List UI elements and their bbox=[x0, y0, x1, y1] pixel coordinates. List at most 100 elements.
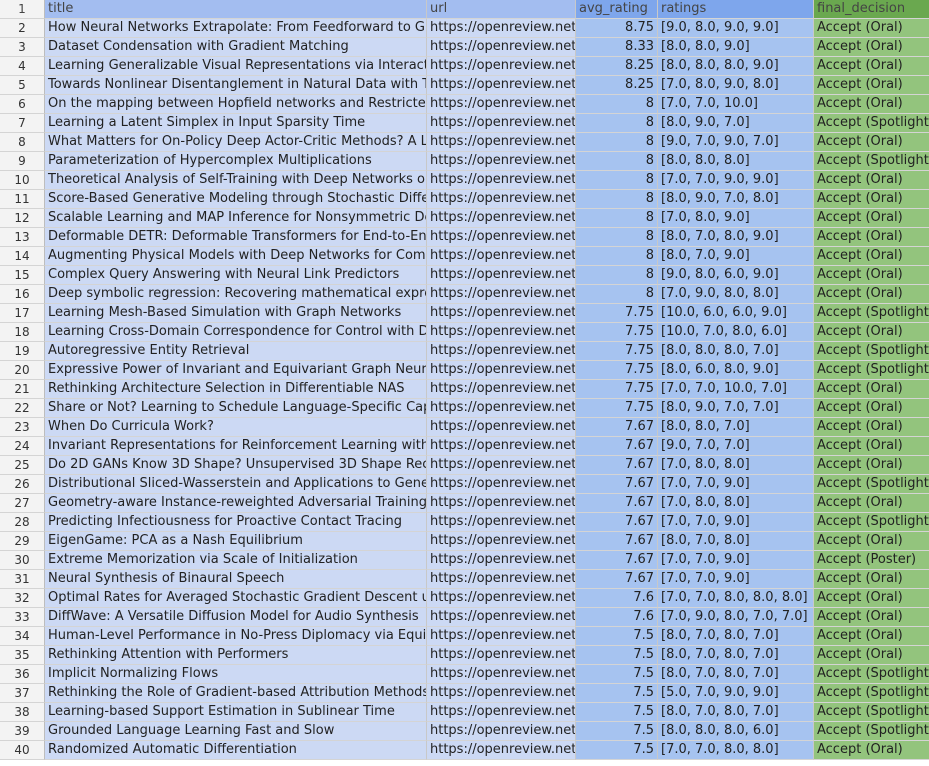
cell-final-decision[interactable]: Accept (Oral) bbox=[814, 190, 929, 209]
cell-final-decision[interactable]: Accept (Oral) bbox=[814, 437, 929, 456]
cell-avg-rating[interactable]: 7.67 bbox=[576, 456, 658, 475]
cell-ratings[interactable]: [8.0, 8.0, 9.0] bbox=[658, 38, 814, 57]
cell-final-decision[interactable]: Accept (Spotlight) bbox=[814, 361, 929, 380]
cell-avg-rating[interactable]: 7.75 bbox=[576, 304, 658, 323]
cell-avg-rating[interactable]: 7.5 bbox=[576, 741, 658, 760]
cell-final-decision[interactable]: Accept (Oral) bbox=[814, 171, 929, 190]
cell-ratings[interactable]: [7.0, 7.0, 9.0] bbox=[658, 551, 814, 570]
cell-avg-rating[interactable]: 8 bbox=[576, 114, 658, 133]
cell-final-decision[interactable]: Accept (Oral) bbox=[814, 323, 929, 342]
cell-ratings[interactable]: [10.0, 7.0, 8.0, 6.0] bbox=[658, 323, 814, 342]
row-number[interactable]: 37 bbox=[0, 684, 45, 703]
cell-avg-rating[interactable]: 7.5 bbox=[576, 703, 658, 722]
cell-url[interactable]: https://openreview.net/f bbox=[427, 95, 576, 114]
cell-url[interactable]: https://openreview.net/f bbox=[427, 684, 576, 703]
cell-url[interactable]: https://openreview.net/f bbox=[427, 304, 576, 323]
cell-final-decision[interactable]: Accept (Spotlight) bbox=[814, 342, 929, 361]
cell-url[interactable]: https://openreview.net/f bbox=[427, 380, 576, 399]
cell-title[interactable]: Share or Not? Learning to Schedule Langu… bbox=[45, 399, 427, 418]
cell-final-decision[interactable]: Accept (Spotlight) bbox=[814, 114, 929, 133]
cell-title[interactable]: DiffWave: A Versatile Diffusion Model fo… bbox=[45, 608, 427, 627]
cell-title[interactable]: Theoretical Analysis of Self-Training wi… bbox=[45, 171, 427, 190]
header-cell-final-decision[interactable]: final_decision bbox=[814, 0, 929, 19]
row-number[interactable]: 31 bbox=[0, 570, 45, 589]
cell-url[interactable]: https://openreview.net/f bbox=[427, 418, 576, 437]
cell-title[interactable]: On the mapping between Hopfield networks… bbox=[45, 95, 427, 114]
cell-final-decision[interactable]: Accept (Spotlight) bbox=[814, 513, 929, 532]
cell-final-decision[interactable]: Accept (Oral) bbox=[814, 133, 929, 152]
row-number[interactable]: 32 bbox=[0, 589, 45, 608]
cell-final-decision[interactable]: Accept (Oral) bbox=[814, 38, 929, 57]
cell-ratings[interactable]: [8.0, 6.0, 8.0, 9.0] bbox=[658, 361, 814, 380]
cell-final-decision[interactable]: Accept (Spotlight) bbox=[814, 665, 929, 684]
cell-url[interactable]: https://openreview.net/f bbox=[427, 19, 576, 38]
cell-final-decision[interactable]: Accept (Spotlight) bbox=[814, 684, 929, 703]
header-cell-url[interactable]: url bbox=[427, 0, 576, 19]
cell-title[interactable]: Geometry-aware Instance-reweighted Adver… bbox=[45, 494, 427, 513]
cell-ratings[interactable]: [10.0, 6.0, 6.0, 9.0] bbox=[658, 304, 814, 323]
row-number[interactable]: 19 bbox=[0, 342, 45, 361]
cell-avg-rating[interactable]: 7.67 bbox=[576, 532, 658, 551]
cell-title[interactable]: Autoregressive Entity Retrieval bbox=[45, 342, 427, 361]
cell-title[interactable]: Predicting Infectiousness for Proactive … bbox=[45, 513, 427, 532]
cell-ratings[interactable]: [8.0, 7.0, 8.0, 9.0] bbox=[658, 228, 814, 247]
cell-url[interactable]: https://openreview.net/f bbox=[427, 589, 576, 608]
cell-url[interactable]: https://openreview.net/f bbox=[427, 475, 576, 494]
cell-url[interactable]: https://openreview.net/f bbox=[427, 285, 576, 304]
cell-title[interactable]: Do 2D GANs Know 3D Shape? Unsupervised 3… bbox=[45, 456, 427, 475]
row-number[interactable]: 4 bbox=[0, 57, 45, 76]
row-number[interactable]: 38 bbox=[0, 703, 45, 722]
row-number[interactable]: 26 bbox=[0, 475, 45, 494]
header-cell-title[interactable]: title bbox=[45, 0, 427, 19]
row-number[interactable]: 12 bbox=[0, 209, 45, 228]
row-number[interactable]: 7 bbox=[0, 114, 45, 133]
cell-url[interactable]: https://openreview.net/f bbox=[427, 608, 576, 627]
cell-title[interactable]: Rethinking Attention with Performers bbox=[45, 646, 427, 665]
cell-title[interactable]: Towards Nonlinear Disentanglement in Nat… bbox=[45, 76, 427, 95]
cell-final-decision[interactable]: Accept (Oral) bbox=[814, 399, 929, 418]
cell-url[interactable]: https://openreview.net/f bbox=[427, 456, 576, 475]
cell-final-decision[interactable]: Accept (Oral) bbox=[814, 285, 929, 304]
cell-final-decision[interactable]: Accept (Oral) bbox=[814, 456, 929, 475]
cell-final-decision[interactable]: Accept (Spotlight) bbox=[814, 722, 929, 741]
cell-final-decision[interactable]: Accept (Oral) bbox=[814, 266, 929, 285]
cell-ratings[interactable]: [7.0, 8.0, 8.0] bbox=[658, 494, 814, 513]
cell-ratings[interactable]: [7.0, 7.0, 8.0, 8.0, 8.0] bbox=[658, 589, 814, 608]
row-number[interactable]: 14 bbox=[0, 247, 45, 266]
cell-avg-rating[interactable]: 8 bbox=[576, 95, 658, 114]
cell-title[interactable]: Learning-based Support Estimation in Sub… bbox=[45, 703, 427, 722]
cell-title[interactable]: When Do Curricula Work? bbox=[45, 418, 427, 437]
cell-title[interactable]: How Neural Networks Extrapolate: From Fe… bbox=[45, 19, 427, 38]
cell-avg-rating[interactable]: 7.5 bbox=[576, 646, 658, 665]
cell-url[interactable]: https://openreview.net/f bbox=[427, 114, 576, 133]
cell-final-decision[interactable]: Accept (Oral) bbox=[814, 76, 929, 95]
cell-avg-rating[interactable]: 7.5 bbox=[576, 627, 658, 646]
cell-title[interactable]: Learning a Latent Simplex in Input Spars… bbox=[45, 114, 427, 133]
cell-title[interactable]: What Matters for On-Policy Deep Actor-Cr… bbox=[45, 133, 427, 152]
cell-final-decision[interactable]: Accept (Oral) bbox=[814, 646, 929, 665]
cell-avg-rating[interactable]: 8 bbox=[576, 133, 658, 152]
cell-url[interactable]: https://openreview.net/f bbox=[427, 361, 576, 380]
cell-final-decision[interactable]: Accept (Oral) bbox=[814, 627, 929, 646]
cell-avg-rating[interactable]: 8.25 bbox=[576, 76, 658, 95]
cell-final-decision[interactable]: Accept (Oral) bbox=[814, 95, 929, 114]
cell-ratings[interactable]: [8.0, 8.0, 8.0, 7.0] bbox=[658, 342, 814, 361]
cell-url[interactable]: https://openreview.net/f bbox=[427, 532, 576, 551]
cell-ratings[interactable]: [7.0, 7.0, 8.0, 8.0] bbox=[658, 741, 814, 760]
cell-avg-rating[interactable]: 7.75 bbox=[576, 361, 658, 380]
cell-ratings[interactable]: [7.0, 9.0, 8.0, 8.0] bbox=[658, 285, 814, 304]
row-number[interactable]: 15 bbox=[0, 266, 45, 285]
cell-avg-rating[interactable]: 7.5 bbox=[576, 665, 658, 684]
cell-title[interactable]: Score-Based Generative Modeling through … bbox=[45, 190, 427, 209]
row-number[interactable]: 27 bbox=[0, 494, 45, 513]
cell-avg-rating[interactable]: 8.25 bbox=[576, 57, 658, 76]
cell-title[interactable]: Deep symbolic regression: Recovering mat… bbox=[45, 285, 427, 304]
row-number[interactable]: 21 bbox=[0, 380, 45, 399]
cell-avg-rating[interactable]: 7.5 bbox=[576, 722, 658, 741]
row-number[interactable]: 33 bbox=[0, 608, 45, 627]
cell-ratings[interactable]: [7.0, 7.0, 9.0, 9.0] bbox=[658, 171, 814, 190]
cell-avg-rating[interactable]: 8 bbox=[576, 209, 658, 228]
cell-avg-rating[interactable]: 7.67 bbox=[576, 475, 658, 494]
cell-url[interactable]: https://openreview.net/f bbox=[427, 228, 576, 247]
cell-title[interactable]: Extreme Memorization via Scale of Initia… bbox=[45, 551, 427, 570]
